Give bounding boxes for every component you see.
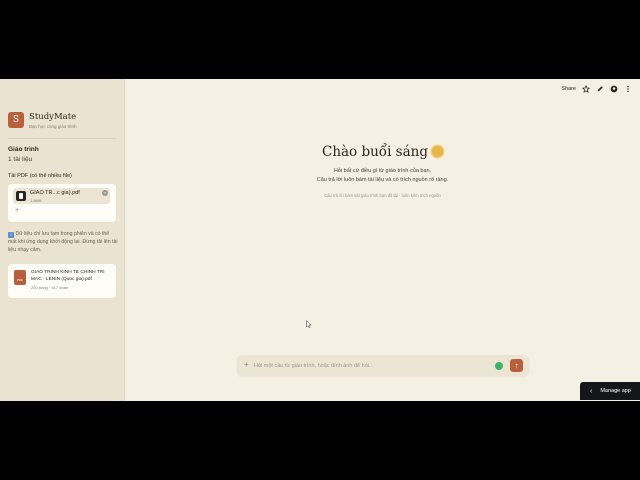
- github-icon[interactable]: [610, 85, 618, 93]
- file-icon: [16, 191, 26, 201]
- brand-subtitle: Bạn học cùng giáo trình: [29, 124, 77, 129]
- send-button[interactable]: ↑: [510, 359, 523, 372]
- greeting-heading: Chào buổi sáng: [125, 144, 640, 160]
- hero-subtitle-1: Hỏi bất cứ điều gì từ giáo trình của bạn…: [333, 168, 432, 174]
- chat-input[interactable]: [254, 360, 484, 371]
- logo-icon: S: [8, 112, 24, 128]
- menu-icon[interactable]: [624, 85, 632, 93]
- document-card[interactable]: PDF GIAO TRINH KINH TE CHINH TRI MAC - L…: [8, 264, 116, 298]
- document-meta: 250 trang · 517 đoạn: [31, 285, 69, 290]
- remove-file-button[interactable]: ×: [102, 190, 108, 196]
- grammarly-icon[interactable]: [495, 362, 503, 370]
- section-title: Giáo trình: [8, 146, 39, 153]
- mouse-cursor-icon: [306, 320, 312, 328]
- manage-app-label: Manage app: [600, 388, 631, 394]
- edit-icon[interactable]: [596, 85, 604, 93]
- uploaded-file-name: GIAO TR...c gia).pdf: [30, 190, 80, 196]
- document-title: GIAO TRINH KINH TE CHINH TRI MAC - LENIN…: [31, 270, 105, 282]
- brand: S StudyMate Bạn học cùng giáo trình: [8, 112, 77, 129]
- brand-title: StudyMate: [29, 112, 77, 122]
- upload-label: Tải PDF (có thể nhiều file): [8, 173, 72, 179]
- hero-caption: Câu trả lời bám sát giáo trình bạn đã tả…: [324, 193, 441, 198]
- sidebar-divider: [8, 138, 116, 139]
- info-icon: i: [8, 232, 14, 238]
- star-icon[interactable]: [582, 85, 590, 93]
- app-window: S StudyMate Bạn học cùng giáo trình Giáo…: [0, 79, 640, 401]
- chevron-left-icon: ‹: [590, 387, 593, 395]
- greeting-text: Chào buổi sáng: [321, 144, 428, 160]
- section-count: 1 tài liệu: [8, 156, 33, 163]
- attach-button[interactable]: +: [244, 360, 249, 370]
- add-more-files-button[interactable]: +: [15, 207, 19, 214]
- top-toolbar: Share: [561, 85, 632, 93]
- hero-subtitle-2: Câu trả lời luôn bám tài liệu và có tríc…: [316, 177, 449, 183]
- sidebar: S StudyMate Bạn học cùng giáo trình Giáo…: [0, 79, 125, 401]
- uploaded-file-size: 1.8MB: [30, 198, 42, 203]
- pdf-icon: PDF: [14, 270, 26, 285]
- manage-app-button[interactable]: ‹ Manage app: [580, 382, 640, 400]
- share-button[interactable]: Share: [561, 86, 576, 92]
- chat-bar: + ↑: [237, 355, 529, 376]
- session-notice-text: Dữ liệu chỉ lưu tạm trong phiên và có th…: [8, 231, 118, 253]
- session-notice: i Dữ liệu chỉ lưu tạm trong phiên và có …: [8, 230, 118, 254]
- uploaded-file-chip: GIAO TR...c gia).pdf 1.8MB ×: [13, 188, 110, 204]
- file-uploader[interactable]: GIAO TR...c gia).pdf 1.8MB × +: [8, 184, 116, 222]
- sun-icon: [432, 146, 443, 157]
